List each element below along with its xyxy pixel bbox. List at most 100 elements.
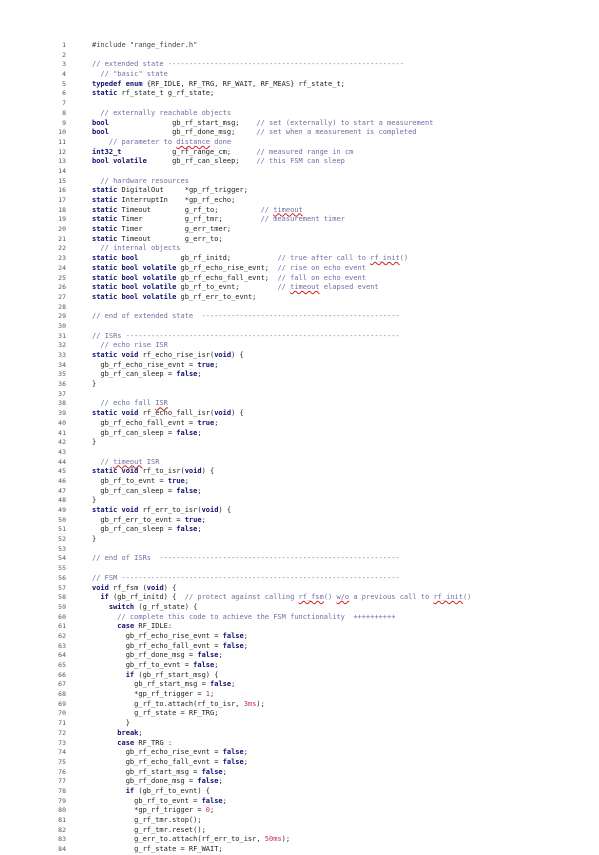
code-text: void rf_fsm (void) { <box>92 583 177 592</box>
code-line: 58 if (gb_rf_initd) { // protect against… <box>58 593 592 603</box>
code-text: if (gb_rf_start_msg) { <box>125 670 219 679</box>
code-text: gb_rf_done_msg = false; <box>92 777 223 786</box>
line-number: 17 <box>58 196 66 204</box>
code-text: gb_rf_start_msg = false; <box>92 767 227 776</box>
code-line: 75 gb_rf_echo_fall_evnt = false; <box>58 758 592 768</box>
code-text: static bool volatile gb_rf_echo_rise_evn… <box>92 263 366 272</box>
code-line: 71 } <box>58 719 592 729</box>
code-line: 32 // echo rise ISR <box>58 341 592 351</box>
line-number: 80 <box>58 806 66 815</box>
code-line: 69 g_rf_to.attach(rf_to_isr, 3ms); <box>58 699 592 710</box>
code-line: 33 static void rf_echo_rise_isr(void) { <box>58 351 592 361</box>
line-number: 19 <box>58 215 66 224</box>
code-line: 83 g_err_to.attach(rf_err_to_isr, 50ms); <box>58 835 592 845</box>
line-number: 18 <box>58 205 66 214</box>
code-line: 80 *gp_rf_trigger = 0; <box>58 806 592 816</box>
line-number: 51 <box>58 525 66 534</box>
code-line: 19 static Timer g_rf_tmr; // measurement … <box>58 215 592 225</box>
code-text: static void rf_to_isr(void) { <box>92 467 215 476</box>
code-text: // ISRs --------------------------------… <box>92 331 400 340</box>
code-text: gb_rf_can_sleep = false; <box>92 525 202 534</box>
code-text: // "basic" state <box>92 70 168 79</box>
code-text: static bool volatile gb_rf_err_to_evnt; <box>92 292 257 301</box>
code-text: static InterruptIn *gp_rf_echo; <box>92 196 236 204</box>
code-line: 2 <box>62 51 592 61</box>
code-line: 6 static rf_state_t g_rf_state; <box>62 89 592 99</box>
code-line: 50 gb_rf_err_to_evnt = true; <box>58 515 592 526</box>
code-text: gb_rf_to_evnt = true; <box>92 476 189 485</box>
code-line: 54 // end of ISRs -----------------------… <box>58 554 592 564</box>
line-number: 14 <box>58 166 66 175</box>
line-number: 67 <box>58 680 66 689</box>
code-line: 37 <box>58 390 592 400</box>
code-line: 51 gb_rf_can_sleep = false; <box>58 525 592 535</box>
code-text: static Timer g_rf_tmr; // measurement ti… <box>92 215 345 224</box>
line-number: 61 <box>58 622 66 631</box>
code-text: g_rf_tmr.reset(); <box>92 825 206 834</box>
code-line: 1 #include "range_finder.h" <box>62 41 592 51</box>
line-number: 69 <box>58 699 66 708</box>
line-number: 58 <box>58 593 66 602</box>
line-number: 15 <box>58 176 66 185</box>
code-line: 74 gb_rf_echo_rise_evnt = false; <box>58 748 592 758</box>
code-text: gb_rf_echo_rise_evnt = false; <box>92 631 248 640</box>
code-text: g_rf_state = RF_WAIT; <box>92 845 223 854</box>
line-number: 83 <box>58 835 66 844</box>
code-line: 34 gb_rf_echo_rise_evnt = true; <box>58 361 592 371</box>
code-line: 26 static bool volatile gb_rf_to_evnt; //… <box>58 283 592 293</box>
code-line: 63 gb_rf_echo_fall_evnt = false; <box>58 642 592 652</box>
line-number: 78 <box>58 786 66 795</box>
code-line: 82 g_rf_tmr.reset(); <box>58 825 592 836</box>
code-text: g_rf_state = RF_TRG; <box>92 709 219 718</box>
code-text: gb_rf_to_evnt = false; <box>92 661 219 669</box>
line-number: 36 <box>58 380 66 389</box>
line-number: 68 <box>58 690 66 699</box>
code-text: } <box>92 535 97 544</box>
code-line: 25 static bool volatile gb_rf_echo_fall_e… <box>58 274 592 284</box>
code-text: gb_rf_to_evnt = false; <box>92 796 227 805</box>
code-text: } <box>92 438 97 447</box>
code-text: gb_rf_can_sleep = false; <box>92 486 202 495</box>
code-line: 77 gb_rf_done_msg = false; <box>58 777 592 787</box>
code-text: g_rf_to.attach(rf_to_isr, 3ms); <box>92 699 265 708</box>
line-number: 44 <box>58 457 66 466</box>
line-number: 1 <box>62 41 66 49</box>
code-line: 18 static Timeout g_rf_to; // timeout <box>58 206 592 216</box>
line-number: 72 <box>58 728 66 737</box>
code-line: 70 g_rf_state = RF_TRG; <box>58 709 592 719</box>
line-number: 66 <box>58 670 66 679</box>
code-text: static void rf_echo_rise_isr(void) { <box>92 351 244 359</box>
line-number: 24 <box>58 263 66 272</box>
code-line: 68 *gp_rf_trigger = 1; <box>58 690 592 700</box>
code-text: static void rf_echo_fall_isr(void) { <box>92 409 244 418</box>
code-line: 84 g_rf_state = RF_WAIT; <box>58 845 592 855</box>
code-line: 20 static Timer g_err_tmer; <box>58 225 592 235</box>
code-text: // externally reachable objects <box>92 108 232 117</box>
code-line: 52} <box>58 535 592 545</box>
code-line: 60 // complete this code to achieve the … <box>58 613 592 623</box>
line-number: 22 <box>58 244 66 253</box>
code-text: gb_rf_done_msg = false; <box>92 651 223 660</box>
code-text: // timeout ISR <box>92 457 160 466</box>
code-line: 46 gb_rf_to_evnt = true; <box>58 476 592 487</box>
code-text: *gp_rf_trigger = 0; <box>92 806 215 815</box>
line-number: 84 <box>58 845 66 854</box>
line-number: 47 <box>58 486 66 495</box>
code-text: gb_rf_err_to_evnt = true; <box>92 515 206 524</box>
line-number: 71 <box>58 719 66 728</box>
code-line: 21 static Timeout g_err_to; <box>58 235 592 245</box>
line-number: 4 <box>62 70 66 79</box>
code-line: 56 // FSM -------------------------------… <box>58 574 592 584</box>
code-line: 9 bool gb_rf_start_msg; // set (externall… <box>62 119 592 129</box>
code-text: typedef enum {RF_IDLE, RF_TRG, RF_WAIT, … <box>92 79 345 88</box>
line-number: 54 <box>58 554 66 563</box>
code-line: 40 gb_rf_echo_fall_evnt = true; <box>58 419 592 429</box>
line-number: 77 <box>58 777 66 786</box>
code-text: // internal objects <box>92 244 181 253</box>
code-line: 35 gb_rf_can_sleep = false; <box>58 370 592 380</box>
code-text: *gp_rf_trigger = 1; <box>92 690 215 699</box>
line-number: 28 <box>58 302 66 311</box>
line-number: 23 <box>58 254 66 263</box>
line-number: 64 <box>58 651 66 660</box>
code-line: 43 <box>58 448 592 458</box>
